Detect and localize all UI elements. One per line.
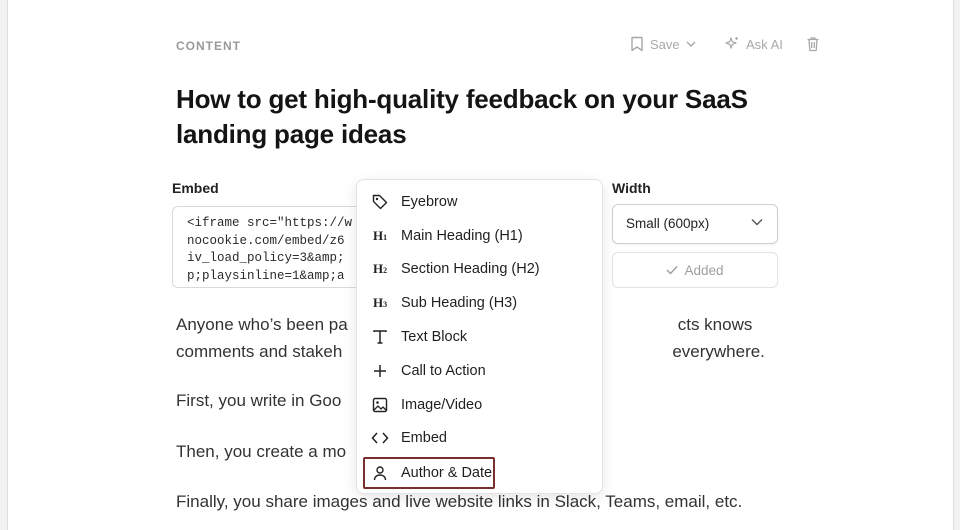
code-icon xyxy=(371,429,389,447)
menu-item-label: Sub Heading (H3) xyxy=(401,295,518,311)
bookmark-icon xyxy=(631,36,643,52)
block-type-menu: Eyebrow H1 Main Heading (H1) H2 Section … xyxy=(356,179,603,494)
chevron-down-icon xyxy=(686,41,696,47)
h3-icon: H3 xyxy=(372,295,388,310)
menu-item-embed[interactable]: Embed xyxy=(363,423,596,453)
menu-item-label: Text Block xyxy=(401,329,468,345)
text-icon xyxy=(371,328,389,346)
menu-item-image-video[interactable]: Image/Video xyxy=(363,390,596,420)
menu-item-label: Main Heading (H1) xyxy=(401,228,523,244)
check-icon xyxy=(666,266,678,275)
width-select[interactable]: Small (600px) xyxy=(612,204,778,244)
menu-item-author-date[interactable]: Author & Date xyxy=(363,457,495,489)
delete-button[interactable] xyxy=(806,36,820,52)
width-label: Width xyxy=(612,180,651,196)
save-label: Save xyxy=(650,36,680,52)
chevron-down-icon xyxy=(751,219,763,226)
h2-icon: H2 xyxy=(372,261,388,276)
width-select-value: Small (600px) xyxy=(626,216,710,231)
menu-item-text-block[interactable]: Text Block xyxy=(363,322,596,352)
ask-ai-button[interactable]: Ask AI xyxy=(724,36,783,52)
sparkle-icon xyxy=(725,37,738,49)
image-icon xyxy=(371,396,389,414)
tag-icon xyxy=(371,193,389,211)
menu-item-sub-heading[interactable]: H3 Sub Heading (H3) xyxy=(363,288,596,318)
embed-label: Embed xyxy=(172,180,219,196)
menu-item-eyebrow[interactable]: Eyebrow xyxy=(363,187,596,217)
menu-item-label: Call to Action xyxy=(401,363,486,379)
menu-item-label: Eyebrow xyxy=(401,194,458,210)
user-icon xyxy=(371,464,389,482)
added-button[interactable]: Added xyxy=(612,252,778,288)
added-label: Added xyxy=(684,262,724,278)
menu-item-label: Section Heading (H2) xyxy=(401,261,540,277)
plus-icon xyxy=(371,362,389,380)
h1-icon: H1 xyxy=(372,228,388,243)
menu-item-label: Image/Video xyxy=(401,397,483,413)
trash-icon xyxy=(807,37,819,52)
page-title[interactable]: How to get high-quality feedback on your… xyxy=(176,82,796,152)
menu-item-label: Embed xyxy=(401,430,447,446)
menu-item-label: Author & Date xyxy=(401,465,493,481)
menu-item-main-heading[interactable]: H1 Main Heading (H1) xyxy=(363,221,596,251)
menu-item-section-heading[interactable]: H2 Section Heading (H2) xyxy=(363,254,596,284)
save-button[interactable]: Save xyxy=(630,36,696,52)
toolbar: Save Ask AI xyxy=(0,36,960,56)
menu-item-call-to-action[interactable]: Call to Action xyxy=(363,356,596,386)
embed-code-text: <iframe src="https://w nocookie.com/embe… xyxy=(187,216,353,283)
embed-code-field[interactable]: <iframe src="https://w nocookie.com/embe… xyxy=(172,206,374,288)
ask-ai-label: Ask AI xyxy=(746,36,783,52)
